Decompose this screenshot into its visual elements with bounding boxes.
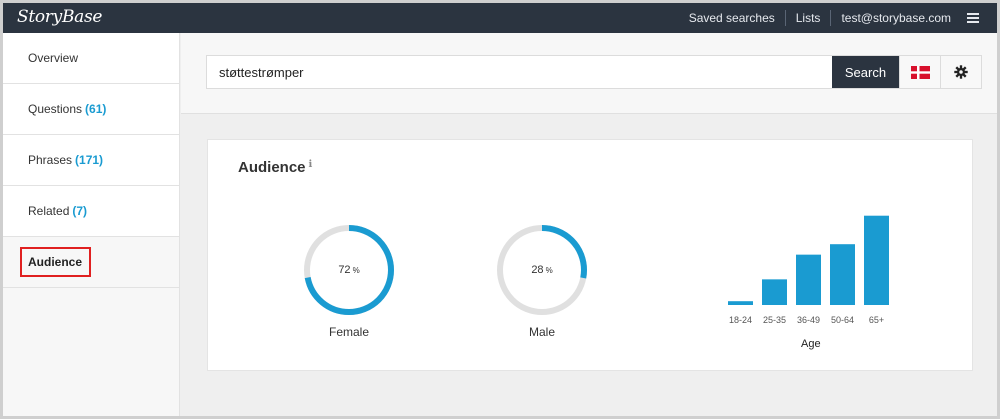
age-axis-title: Age <box>801 338 821 350</box>
age-tick-label: 18-24 <box>729 315 752 325</box>
app-frame: StoryBase Saved searches Lists test@stor… <box>0 0 1000 419</box>
sidebar-item-label: Questions <box>28 102 83 116</box>
sidebar-item-audience[interactable]: Audience <box>3 237 179 288</box>
age-tick-label: 36-49 <box>797 315 820 325</box>
questions-count: (61) <box>85 102 107 116</box>
sidebar-item-phrases[interactable]: Phrases (171) <box>3 135 179 186</box>
storybase-logo[interactable]: StoryBase <box>17 7 102 27</box>
top-nav: Saved searches Lists test@storybase.com <box>679 3 981 33</box>
audience-card: Audience ℹ 72% Female 28% Male 18-24 25-35… <box>207 139 973 371</box>
gear-icon <box>954 65 968 79</box>
age-bar-25-35 <box>762 279 787 305</box>
age-tick-label: 65+ <box>869 315 884 325</box>
age-tick-label: 25-35 <box>763 315 786 325</box>
search-band: Search <box>181 33 997 114</box>
age-bar-36-49 <box>796 254 821 305</box>
denmark-flag-icon <box>910 65 930 79</box>
age-bar-50-64 <box>830 244 855 305</box>
female-percent: 72% <box>301 222 397 318</box>
age-bar-chart: 18-24 25-35 36-49 50-64 65+ <box>728 215 889 325</box>
language-flag-button[interactable] <box>899 56 940 88</box>
male-percent: 28% <box>494 222 590 318</box>
user-email-link[interactable]: test@storybase.com <box>831 11 961 25</box>
male-percent-value: 28 <box>531 264 544 276</box>
search-input[interactable] <box>207 56 832 88</box>
sidebar-item-label: Related <box>28 204 70 218</box>
age-bar-18-24 <box>728 301 753 305</box>
age-tick-label: 50-64 <box>831 315 854 325</box>
age-bar-65+ <box>864 215 889 305</box>
male-percent-unit: % <box>545 265 553 275</box>
female-percent-unit: % <box>352 265 360 275</box>
hamburger-menu-icon[interactable] <box>967 13 981 23</box>
info-icon[interactable]: ℹ <box>309 159 313 170</box>
search-bar: Search <box>206 55 982 89</box>
male-donut: 28% <box>494 222 590 318</box>
top-navbar: StoryBase Saved searches Lists test@stor… <box>3 3 997 33</box>
lists-link[interactable]: Lists <box>786 11 831 25</box>
female-label: Female <box>328 325 369 339</box>
audience-title: Audience ℹ <box>238 159 312 176</box>
phrases-count: (171) <box>75 153 104 167</box>
search-button[interactable]: Search <box>832 56 899 88</box>
male-label: Male <box>528 325 555 339</box>
settings-button[interactable] <box>940 56 981 88</box>
female-percent-value: 72 <box>338 264 351 276</box>
sidebar-item-label: Audience <box>20 247 92 277</box>
related-count: (7) <box>72 204 88 218</box>
sidebar-item-label: Overview <box>28 51 79 65</box>
female-donut: 72% <box>301 222 397 318</box>
sidebar-item-related[interactable]: Related (7) <box>3 186 179 237</box>
audience-title-text: Audience <box>238 159 306 176</box>
sidebar: Overview Questions (61) Phrases (171) Re… <box>3 33 180 416</box>
sidebar-item-questions[interactable]: Questions (61) <box>3 84 179 135</box>
sidebar-item-label: Phrases <box>28 153 73 167</box>
sidebar-item-overview[interactable]: Overview <box>3 33 179 84</box>
saved-searches-link[interactable]: Saved searches <box>679 11 785 25</box>
